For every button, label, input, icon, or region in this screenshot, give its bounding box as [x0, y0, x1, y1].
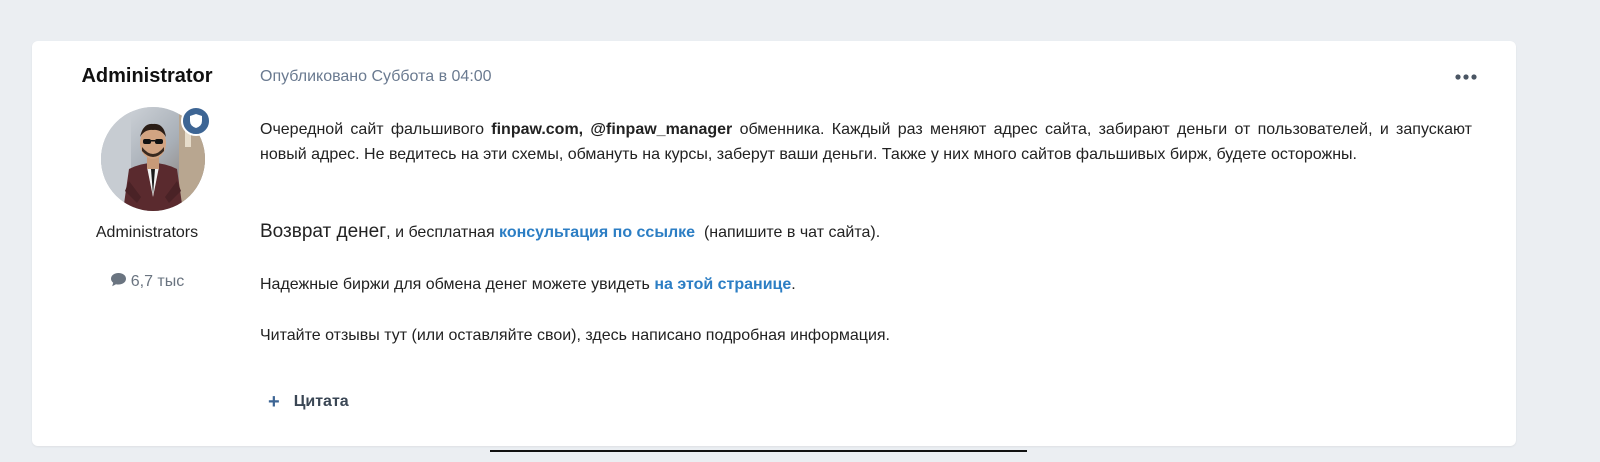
quote-button[interactable]: + Цитата [268, 392, 349, 412]
post-card: Administrator Administrators 6,7 тыс Опу… [32, 41, 1516, 446]
speech-bubble-icon [110, 272, 127, 292]
more-options-button[interactable] [1454, 69, 1478, 85]
author-group: Administrators [95, 224, 199, 241]
p1-before: Очередной сайт фальшивого [260, 121, 492, 138]
post-count: 6,7 тыс [32, 272, 262, 292]
bottom-divider [490, 450, 1027, 452]
p3-after: . [791, 276, 796, 293]
plus-icon: + [268, 391, 280, 413]
post-body: Очередной сайт фальшивого finpaw.com, @f… [260, 117, 1472, 344]
ellipsis-icon [1455, 74, 1477, 80]
shield-icon [181, 106, 211, 136]
author-panel: Administrator Administrators 6,7 тыс [32, 41, 262, 446]
p1-bold: finpaw.com, @finpaw_manager [491, 121, 733, 138]
p2-mid: , и бесплатная [386, 224, 500, 241]
paragraph-3: Надежные биржи для обмена денег можете у… [260, 272, 796, 297]
avatar-wrap[interactable] [101, 106, 211, 211]
consultation-link[interactable]: консультация по ссылке [499, 224, 695, 241]
paragraph-2: Возврат денег, и бесплатная консультация… [260, 219, 880, 245]
post-meta[interactable]: Опубликовано Суббота в 04:00 [260, 68, 492, 86]
quote-label: Цитата [293, 393, 349, 410]
exchanges-page-link[interactable]: на этой странице [654, 276, 791, 293]
post-content: Опубликовано Суббота в 04:00 Очередной с… [260, 41, 1502, 446]
post-count-value: 6,7 тыс [130, 273, 185, 290]
p2-big: Возврат денег [260, 221, 387, 242]
p3-before: Надежные биржи для обмена денег можете у… [260, 276, 655, 293]
paragraph-1: Очередной сайт фальшивого finpaw.com, @f… [260, 117, 1472, 167]
p2-after: (напишите в чат сайта). [695, 224, 881, 241]
author-name[interactable]: Administrator [32, 65, 262, 88]
paragraph-4: Читайте отзывы тут (или оставляйте свои)… [260, 327, 890, 344]
